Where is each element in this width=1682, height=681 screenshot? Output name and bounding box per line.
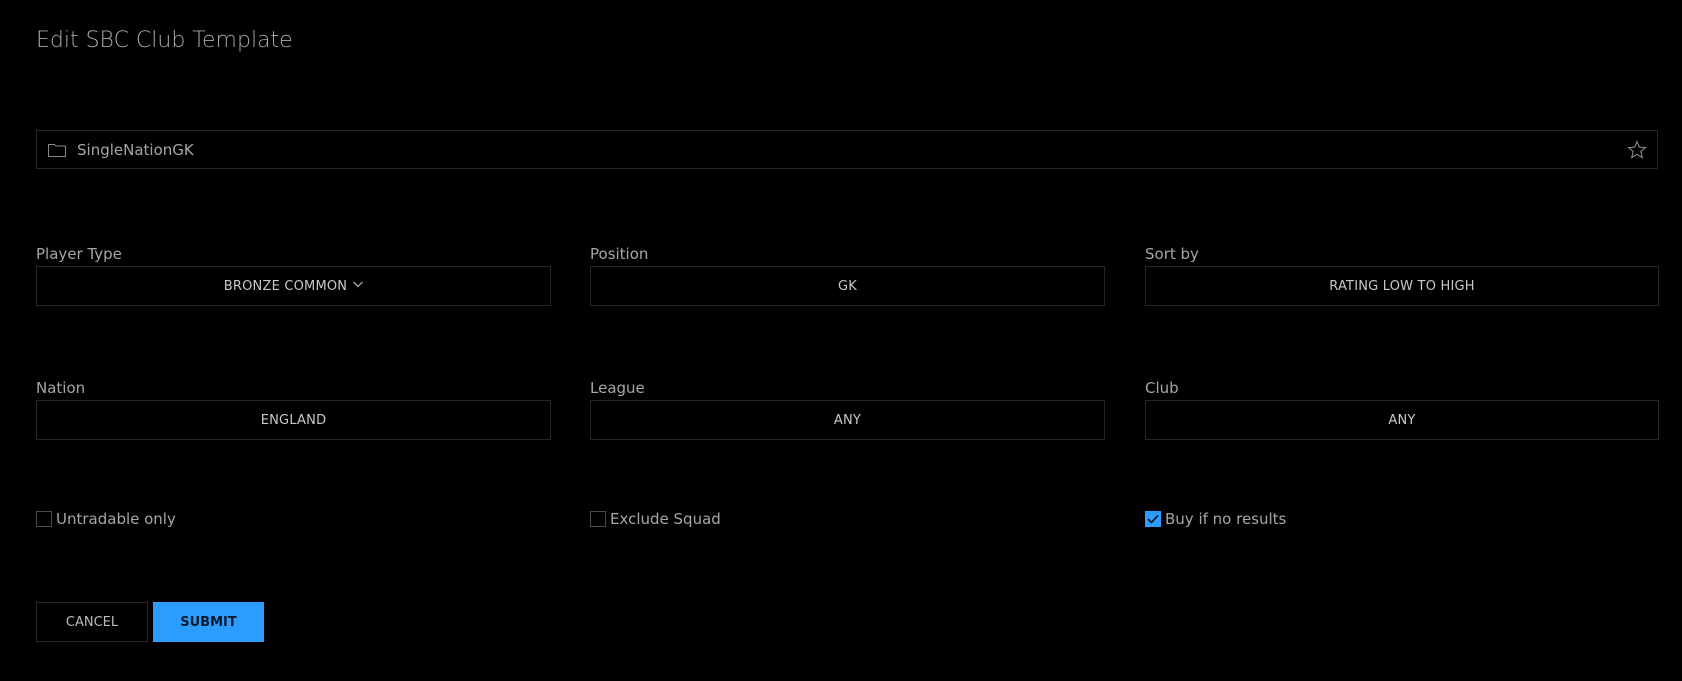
- checkbox-box-checked[interactable]: [1145, 511, 1161, 527]
- field-club: Club ANY: [1145, 378, 1659, 440]
- template-name-value: SingleNationGK: [77, 141, 194, 159]
- buy-if-no-results-checkbox[interactable]: Buy if no results: [1145, 510, 1286, 528]
- league-selector[interactable]: ANY: [590, 400, 1105, 440]
- exclude-squad-label: Exclude Squad: [610, 510, 721, 528]
- field-position: Position GK: [590, 244, 1105, 306]
- page-title: Edit SBC Club Template: [36, 28, 293, 53]
- template-name-field[interactable]: SingleNationGK: [36, 130, 1658, 169]
- untradable-only-label: Untradable only: [56, 510, 176, 528]
- club-selector[interactable]: ANY: [1145, 400, 1659, 440]
- submit-button[interactable]: SUBMIT: [153, 602, 264, 642]
- folder-icon: [48, 144, 66, 157]
- field-player-type: Player Type BRONZE COMMON: [36, 244, 551, 306]
- sort-by-selector[interactable]: RATING LOW TO HIGH: [1145, 266, 1659, 306]
- league-label: League: [590, 379, 645, 397]
- field-league: League ANY: [590, 378, 1105, 440]
- untradable-only-checkbox[interactable]: Untradable only: [36, 510, 176, 528]
- position-selector[interactable]: GK: [590, 266, 1105, 306]
- nation-label: Nation: [36, 379, 86, 397]
- field-sort-by: Sort by RATING LOW TO HIGH: [1145, 244, 1659, 306]
- nation-selector[interactable]: ENGLAND: [36, 400, 551, 440]
- exclude-squad-checkbox[interactable]: Exclude Squad: [590, 510, 721, 528]
- club-label: Club: [1145, 379, 1179, 397]
- star-icon[interactable]: [1627, 140, 1647, 160]
- position-label: Position: [590, 245, 649, 263]
- buy-if-no-results-label: Buy if no results: [1165, 510, 1287, 528]
- sort-by-label: Sort by: [1145, 245, 1199, 263]
- nation-value: ENGLAND: [260, 412, 327, 428]
- player-type-label: Player Type: [36, 245, 122, 263]
- position-value: GK: [838, 278, 857, 294]
- club-value: ANY: [1388, 412, 1416, 428]
- cancel-button[interactable]: CANCEL: [36, 602, 148, 642]
- checkmark-icon: [1147, 514, 1159, 524]
- league-value: ANY: [833, 412, 862, 428]
- player-type-value: BRONZE COMMON: [223, 278, 348, 294]
- checkbox-box[interactable]: [590, 511, 606, 527]
- field-nation: Nation ENGLAND: [36, 378, 551, 440]
- chevron-down-icon: [353, 281, 364, 288]
- player-type-dropdown[interactable]: BRONZE COMMON: [36, 266, 551, 306]
- checkbox-box[interactable]: [36, 511, 52, 527]
- sort-by-value: RATING LOW TO HIGH: [1329, 278, 1475, 294]
